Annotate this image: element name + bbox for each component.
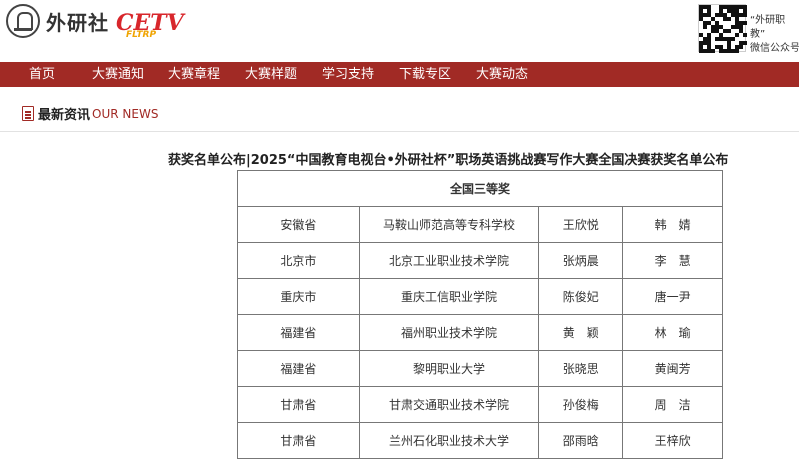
cell-province: 甘肃省 — [237, 386, 360, 423]
cell-student: 张晓思 — [538, 350, 624, 387]
cetv-sub: FLTRP — [126, 30, 157, 40]
qr-caption-line2: 微信公众号 — [750, 43, 799, 54]
cell-school: 北京工业职业技术学院 — [358, 242, 540, 279]
cell-teacher: 黄闽芳 — [622, 350, 723, 387]
nav-item-downloads[interactable]: 下载专区 — [390, 62, 460, 87]
cell-teacher: 唐一尹 — [622, 278, 723, 315]
cell-province: 甘肃省 — [237, 422, 360, 459]
cell-student: 王欣悦 — [538, 206, 624, 243]
site-header: 外研社 CETV FLTRP “外研职教” 微信公众号 — [0, 0, 799, 62]
section-title-en: OUR NEWS — [92, 106, 159, 121]
cell-teacher: 韩 婧 — [622, 206, 723, 243]
cell-teacher: 王梓欣 — [622, 422, 723, 459]
nav-item-news[interactable]: 大赛动态 — [460, 62, 544, 87]
cell-school: 福州职业技术学院 — [358, 314, 540, 351]
cell-teacher: 李 慧 — [622, 242, 723, 279]
cetv-logo[interactable]: CETV FLTRP — [116, 6, 184, 44]
cell-school: 黎明职业大学 — [358, 350, 540, 387]
table-heading: 全国三等奖 — [237, 170, 723, 207]
section-header: 最新资讯 OUR NEWS — [22, 104, 158, 123]
section-divider — [0, 131, 799, 132]
cell-school: 兰州石化职业技术大学 — [358, 422, 540, 459]
nav-item-notices[interactable]: 大赛通知 — [84, 62, 152, 87]
table-heading-row: 全国三等奖 — [237, 170, 723, 207]
cell-province: 安徽省 — [237, 206, 360, 243]
cell-school: 重庆工信职业学院 — [358, 278, 540, 315]
cell-student: 黄 颖 — [538, 314, 624, 351]
cell-student: 孙俊梅 — [538, 386, 624, 423]
table-row: 福建省 黎明职业大学 张晓思 黄闽芳 — [237, 350, 723, 387]
document-icon — [22, 106, 34, 121]
fltrp-seal-icon — [6, 4, 40, 38]
table-row: 甘肃省 甘肃交通职业技术学院 孙俊梅周 洁 — [237, 386, 723, 423]
table-row: 甘肃省 兰州石化职业技术大学 邵雨晗 王梓欣 — [237, 422, 723, 459]
qr-caption: “外研职教” 微信公众号 — [750, 14, 799, 56]
section-title-cn: 最新资讯 — [38, 108, 91, 123]
nav-item-study-support[interactable]: 学习支持 — [306, 62, 390, 87]
cell-student: 邵雨晗 — [538, 422, 624, 459]
table-row: 福建省 福州职业技术学院黄 颖林 瑜 — [237, 314, 723, 351]
cell-school: 马鞍山师范高等专科学校 — [358, 206, 540, 243]
cell-student: 陈俊妃 — [538, 278, 624, 315]
cell-school: 甘肃交通职业技术学院 — [358, 386, 540, 423]
brand-name: 外研社 — [46, 10, 109, 35]
table-row: 安徽省 马鞍山师范高等专科学校 王欣悦韩 婧 — [237, 206, 723, 243]
cell-student: 张炳晨 — [538, 242, 624, 279]
cell-province: 福建省 — [237, 350, 360, 387]
nav-item-samples[interactable]: 大赛样题 — [236, 62, 306, 87]
nav-item-rules[interactable]: 大赛章程 — [152, 62, 236, 87]
fltrp-logo[interactable]: 外研社 — [6, 4, 109, 38]
table-row: 北京市 北京工业职业技术学院 张炳晨李 慧 — [237, 242, 723, 279]
main-nav: 首页 大赛通知 大赛章程 大赛样题 学习支持 下载专区 大赛动态 — [0, 62, 799, 87]
table-row: 重庆市 重庆工信职业学院 陈俊妃 唐一尹 — [237, 278, 723, 315]
qr-caption-line1: “外研职教” — [750, 15, 786, 40]
cell-teacher: 林 瑜 — [622, 314, 723, 351]
cell-province: 福建省 — [237, 314, 360, 351]
cell-province: 重庆市 — [237, 278, 360, 315]
award-table: 全国三等奖 安徽省 马鞍山师范高等专科学校 王欣悦韩 婧北京市 北京工业职业技术学院张… — [237, 170, 723, 459]
nav-item-home[interactable]: 首页 — [0, 62, 84, 87]
article-title: 获奖名单公布|2025“中国教育电视台•外研社杯”职场英语挑战赛写作大赛全国决赛… — [168, 153, 729, 168]
cell-province: 北京市 — [237, 242, 360, 279]
cell-teacher: 周 洁 — [622, 386, 723, 423]
wechat-qr-code-icon — [698, 4, 747, 53]
